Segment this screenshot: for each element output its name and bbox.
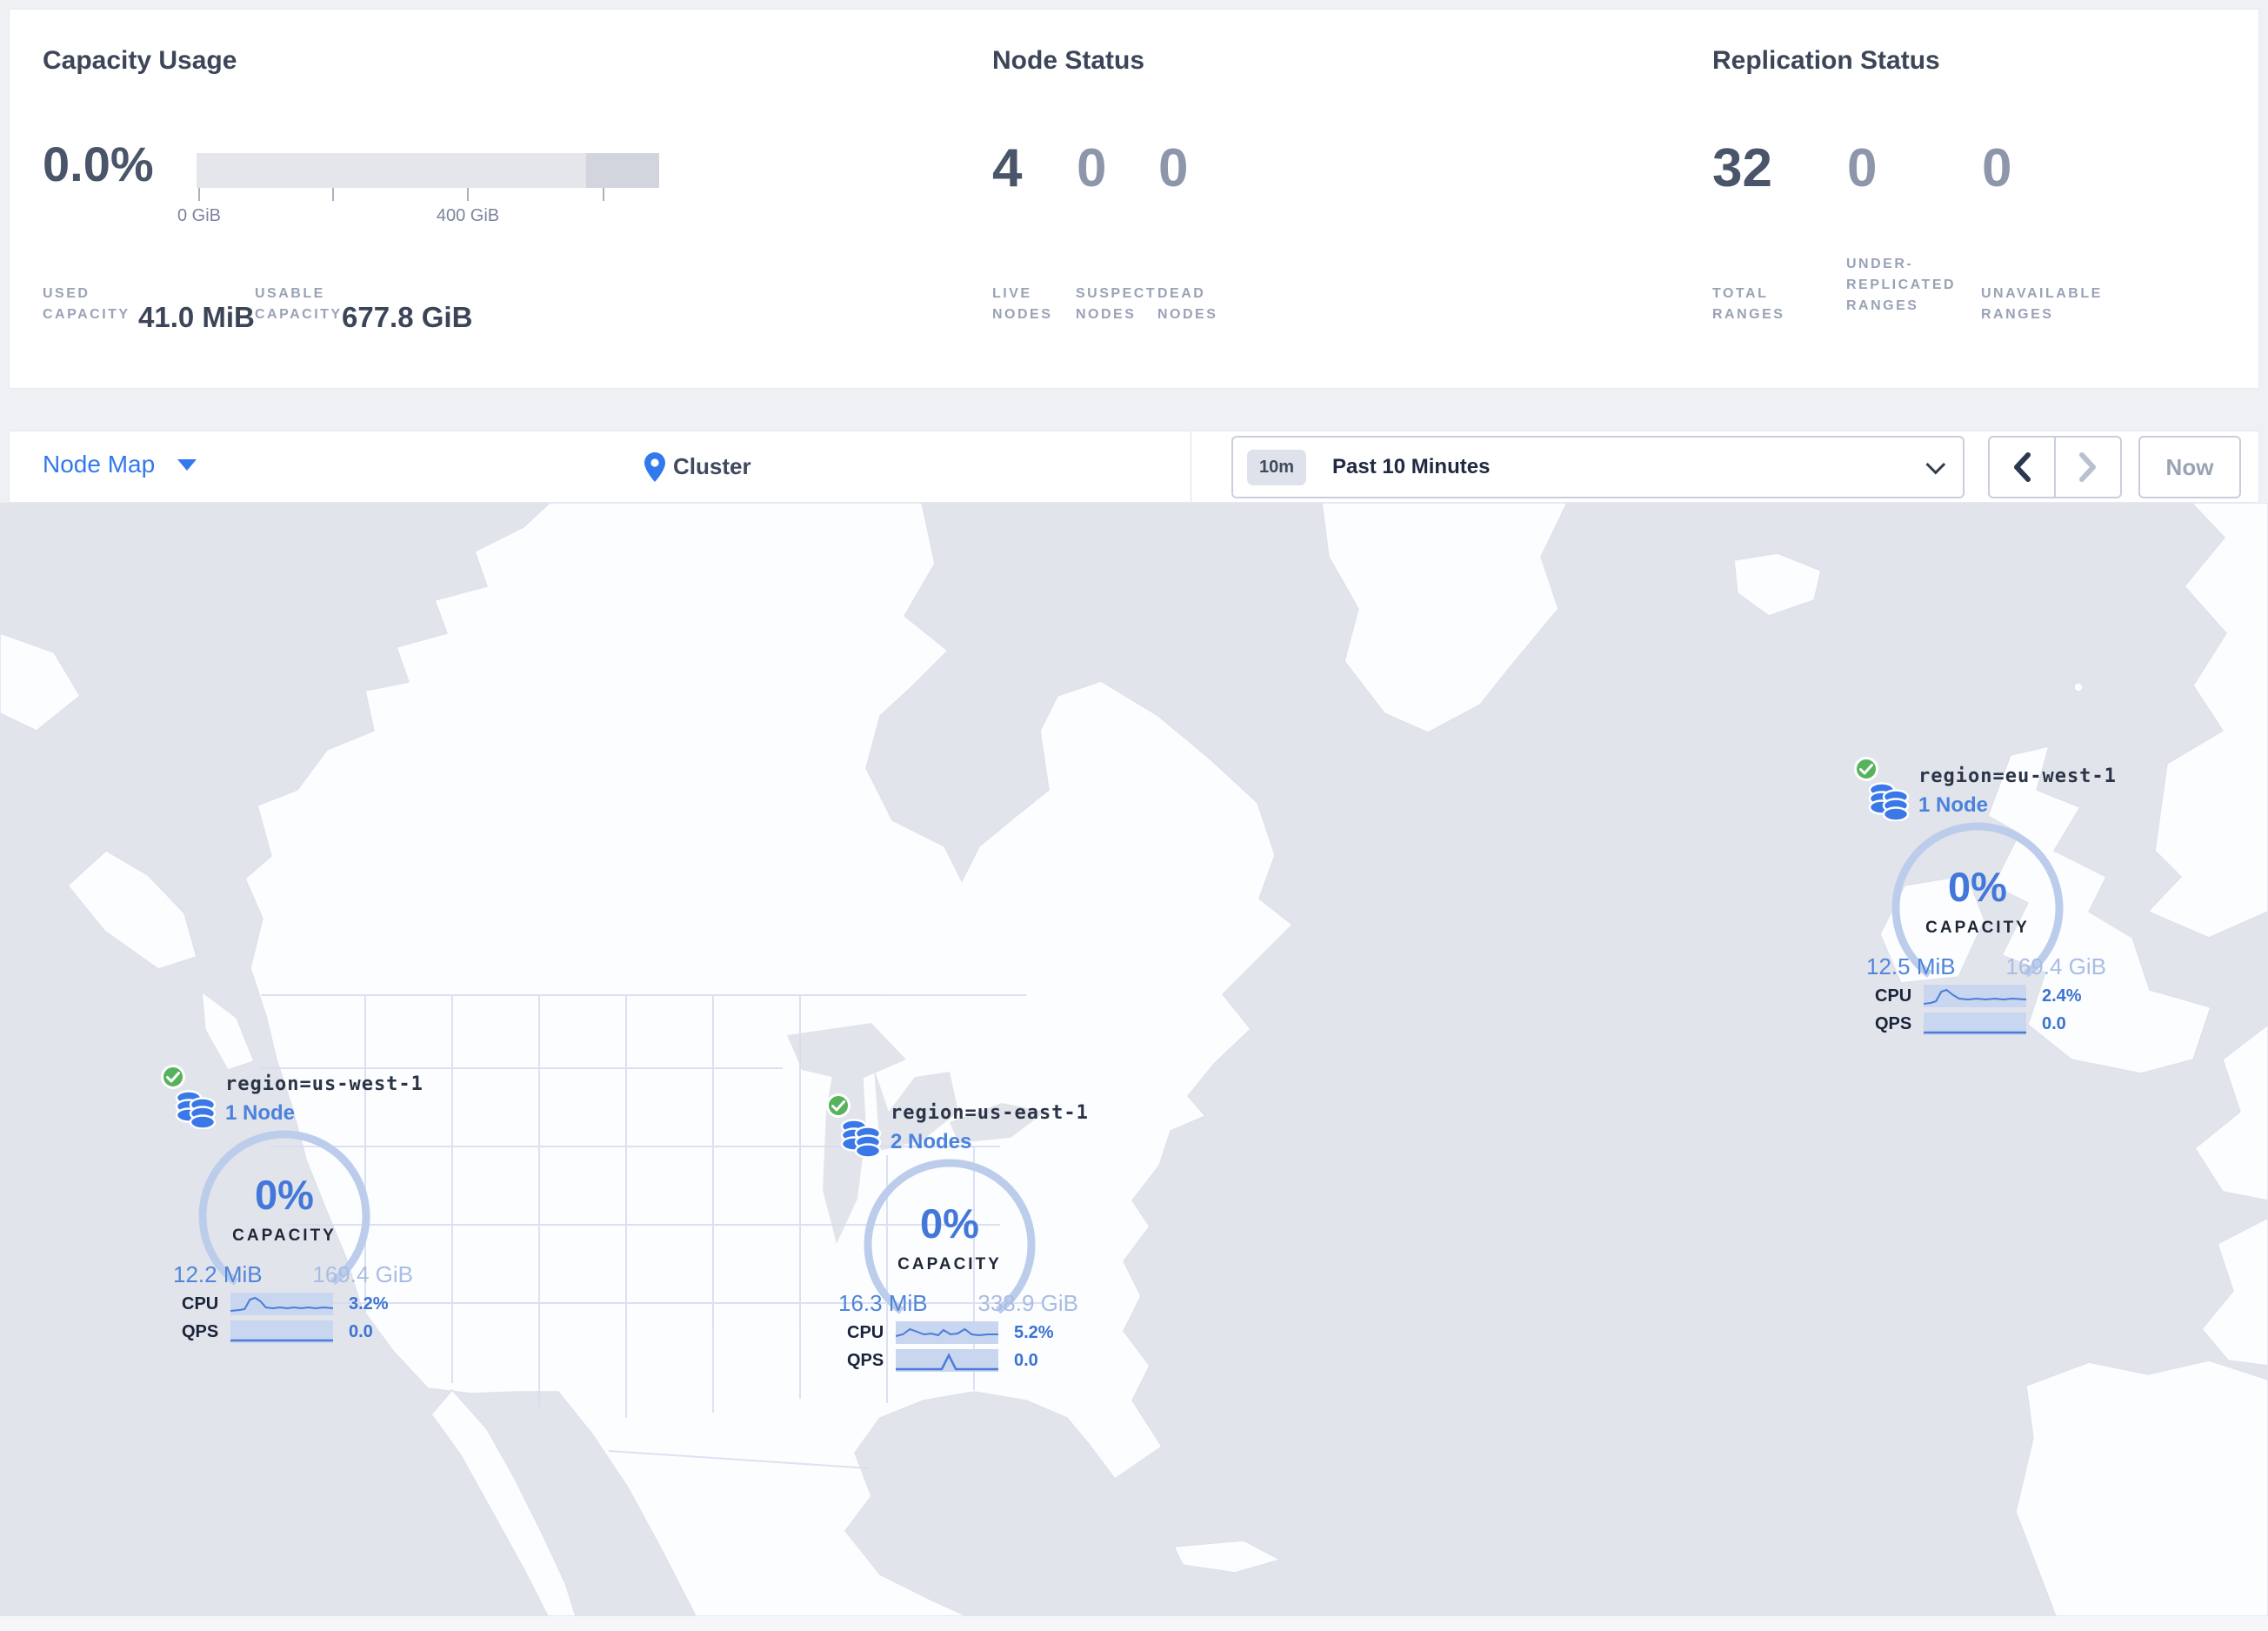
capacity-percent: 0% bbox=[920, 1200, 979, 1247]
under-replicated-label: UNDER-REPLICATED RANGES bbox=[1846, 257, 1957, 313]
cpu-value: 2.4% bbox=[2042, 986, 2082, 1006]
region-label: region=us-west-1 bbox=[225, 1073, 424, 1095]
qps-label: QPS bbox=[1875, 1013, 1912, 1033]
node-count-link[interactable]: 1 Node bbox=[1918, 793, 1988, 818]
time-step-back-button[interactable] bbox=[1990, 438, 2056, 497]
total-capacity: 169.4 GiB bbox=[312, 1261, 413, 1287]
capacity-axis-tick bbox=[332, 188, 334, 201]
capacity-bar bbox=[197, 153, 659, 188]
total-capacity: 338.9 GiB bbox=[977, 1290, 1078, 1316]
capacity-axis-tick bbox=[198, 188, 200, 201]
qps-value: 0.0 bbox=[2042, 1013, 2066, 1033]
capacity-label: CAPACITY bbox=[232, 1227, 337, 1245]
cpu-label: CPU bbox=[182, 1293, 219, 1313]
suspect-nodes-label: SUSPECT NODES bbox=[1076, 286, 1157, 322]
now-button[interactable]: Now bbox=[2138, 436, 2241, 498]
dropdown-caret-icon bbox=[177, 458, 197, 471]
world-map-graphic bbox=[0, 503, 2268, 1616]
cpu-sparkline bbox=[896, 1321, 998, 1344]
cpu-label: CPU bbox=[847, 1322, 884, 1342]
replication-status-title: Replication Status bbox=[1712, 46, 1940, 75]
usable-capacity-label: USABLE CAPACITY bbox=[255, 286, 343, 322]
qps-label: QPS bbox=[182, 1321, 219, 1341]
database-stack-icon bbox=[175, 1090, 217, 1129]
view-selector-label: Node Map bbox=[43, 451, 156, 478]
total-ranges-label: TOTAL RANGES bbox=[1712, 286, 1785, 322]
cpu-sparkline bbox=[230, 1293, 333, 1315]
time-range-selector[interactable]: 10m Past 10 Minutes bbox=[1231, 436, 1964, 498]
under-replicated-count: 0 bbox=[1847, 138, 1878, 198]
qps-value: 0.0 bbox=[349, 1321, 373, 1341]
chevron-left-icon bbox=[2014, 452, 2031, 482]
used-capacity-value: 41.0 MiB bbox=[138, 301, 255, 333]
capacity-percent: 0% bbox=[255, 1172, 314, 1218]
breadcrumb-label: Cluster bbox=[673, 453, 751, 479]
database-stack-icon bbox=[840, 1119, 882, 1158]
suspect-nodes-count: 0 bbox=[1077, 138, 1107, 198]
unavailable-count: 0 bbox=[1982, 138, 2012, 198]
used-capacity: 12.2 MiB bbox=[173, 1261, 263, 1287]
cpu-value: 3.2% bbox=[349, 1293, 389, 1313]
capacity-usage-title: Capacity Usage bbox=[43, 46, 237, 75]
node-count-link[interactable]: 2 Nodes bbox=[891, 1130, 971, 1154]
cpu-value: 5.2% bbox=[1014, 1322, 1054, 1342]
total-capacity: 169.4 GiB bbox=[2005, 953, 2106, 979]
unavailable-label: UNAVAILABLE RANGES bbox=[1981, 286, 2103, 322]
dead-nodes-count: 0 bbox=[1158, 138, 1189, 198]
used-capacity: 16.3 MiB bbox=[838, 1290, 928, 1316]
breadcrumb: Cluster bbox=[644, 431, 751, 502]
chevron-right-icon bbox=[2079, 452, 2096, 482]
footer-strip bbox=[0, 1616, 2268, 1631]
location-pin-icon bbox=[644, 451, 665, 482]
cpu-sparkline bbox=[1924, 985, 2026, 1007]
region-marker-eu-west-1[interactable]: region=eu-west-1 1 Node 0% CAPACITY 12.5… bbox=[1854, 755, 2117, 1051]
cluster-summary-panel: Capacity Usage 0.0% 0 GiB 400 GiB USED C… bbox=[9, 9, 2259, 389]
node-count-link[interactable]: 1 Node bbox=[225, 1101, 295, 1126]
capacity-axis-label-400: 400 GiB bbox=[436, 206, 500, 225]
cpu-label: CPU bbox=[1875, 986, 1912, 1006]
dead-nodes-label: DEAD NODES bbox=[1157, 286, 1218, 322]
capacity-axis-tick bbox=[467, 188, 469, 201]
capacity-bar-nonusable-segment bbox=[586, 153, 659, 188]
node-map[interactable]: region=us-west-1 1 Node 0% CAPACITY 12.2… bbox=[0, 503, 2268, 1616]
region-label: region=us-east-1 bbox=[891, 1102, 1089, 1124]
view-selector-dropdown[interactable]: Node Map bbox=[43, 451, 197, 478]
time-step-nav bbox=[1988, 436, 2122, 498]
chevron-down-icon bbox=[1925, 454, 1946, 475]
time-range-badge: 10m bbox=[1247, 449, 1307, 485]
capacity-label: CAPACITY bbox=[1925, 919, 2030, 937]
qps-sparkline bbox=[896, 1349, 998, 1372]
qps-value: 0.0 bbox=[1014, 1350, 1038, 1370]
database-stack-icon bbox=[1868, 782, 1910, 821]
qps-sparkline bbox=[1924, 1013, 2026, 1035]
capacity-percent: 0.0% bbox=[43, 137, 154, 191]
map-toolbar: Node Map Cluster 10m Past 10 Minutes Now bbox=[9, 431, 2259, 503]
time-range-label: Past 10 Minutes bbox=[1332, 455, 1491, 478]
total-ranges-count: 32 bbox=[1712, 138, 1772, 198]
used-capacity-label: USED CAPACITY bbox=[43, 286, 130, 322]
used-capacity: 12.5 MiB bbox=[1866, 953, 1956, 979]
region-marker-us-west-1[interactable]: region=us-west-1 1 Node 0% CAPACITY 12.2… bbox=[161, 1063, 424, 1359]
live-nodes-count: 4 bbox=[992, 138, 1023, 198]
usable-capacity-value: 677.8 GiB bbox=[342, 301, 473, 333]
capacity-axis-tick bbox=[603, 188, 604, 201]
qps-sparkline bbox=[230, 1320, 333, 1343]
capacity-percent: 0% bbox=[1948, 864, 2007, 910]
capacity-axis-label-0: 0 GiB bbox=[177, 206, 222, 225]
node-map-page: Capacity Usage 0.0% 0 GiB 400 GiB USED C… bbox=[0, 0, 2268, 1631]
capacity-label: CAPACITY bbox=[897, 1255, 1002, 1273]
region-label: region=eu-west-1 bbox=[1918, 765, 2117, 787]
node-status-title: Node Status bbox=[992, 46, 1145, 75]
qps-label: QPS bbox=[847, 1350, 884, 1370]
time-step-forward-button[interactable] bbox=[2056, 438, 2120, 497]
region-marker-us-east-1[interactable]: region=us-east-1 2 Nodes 0% CAPACITY 16.… bbox=[826, 1092, 1089, 1387]
live-nodes-label: LIVE NODES bbox=[992, 286, 1053, 322]
